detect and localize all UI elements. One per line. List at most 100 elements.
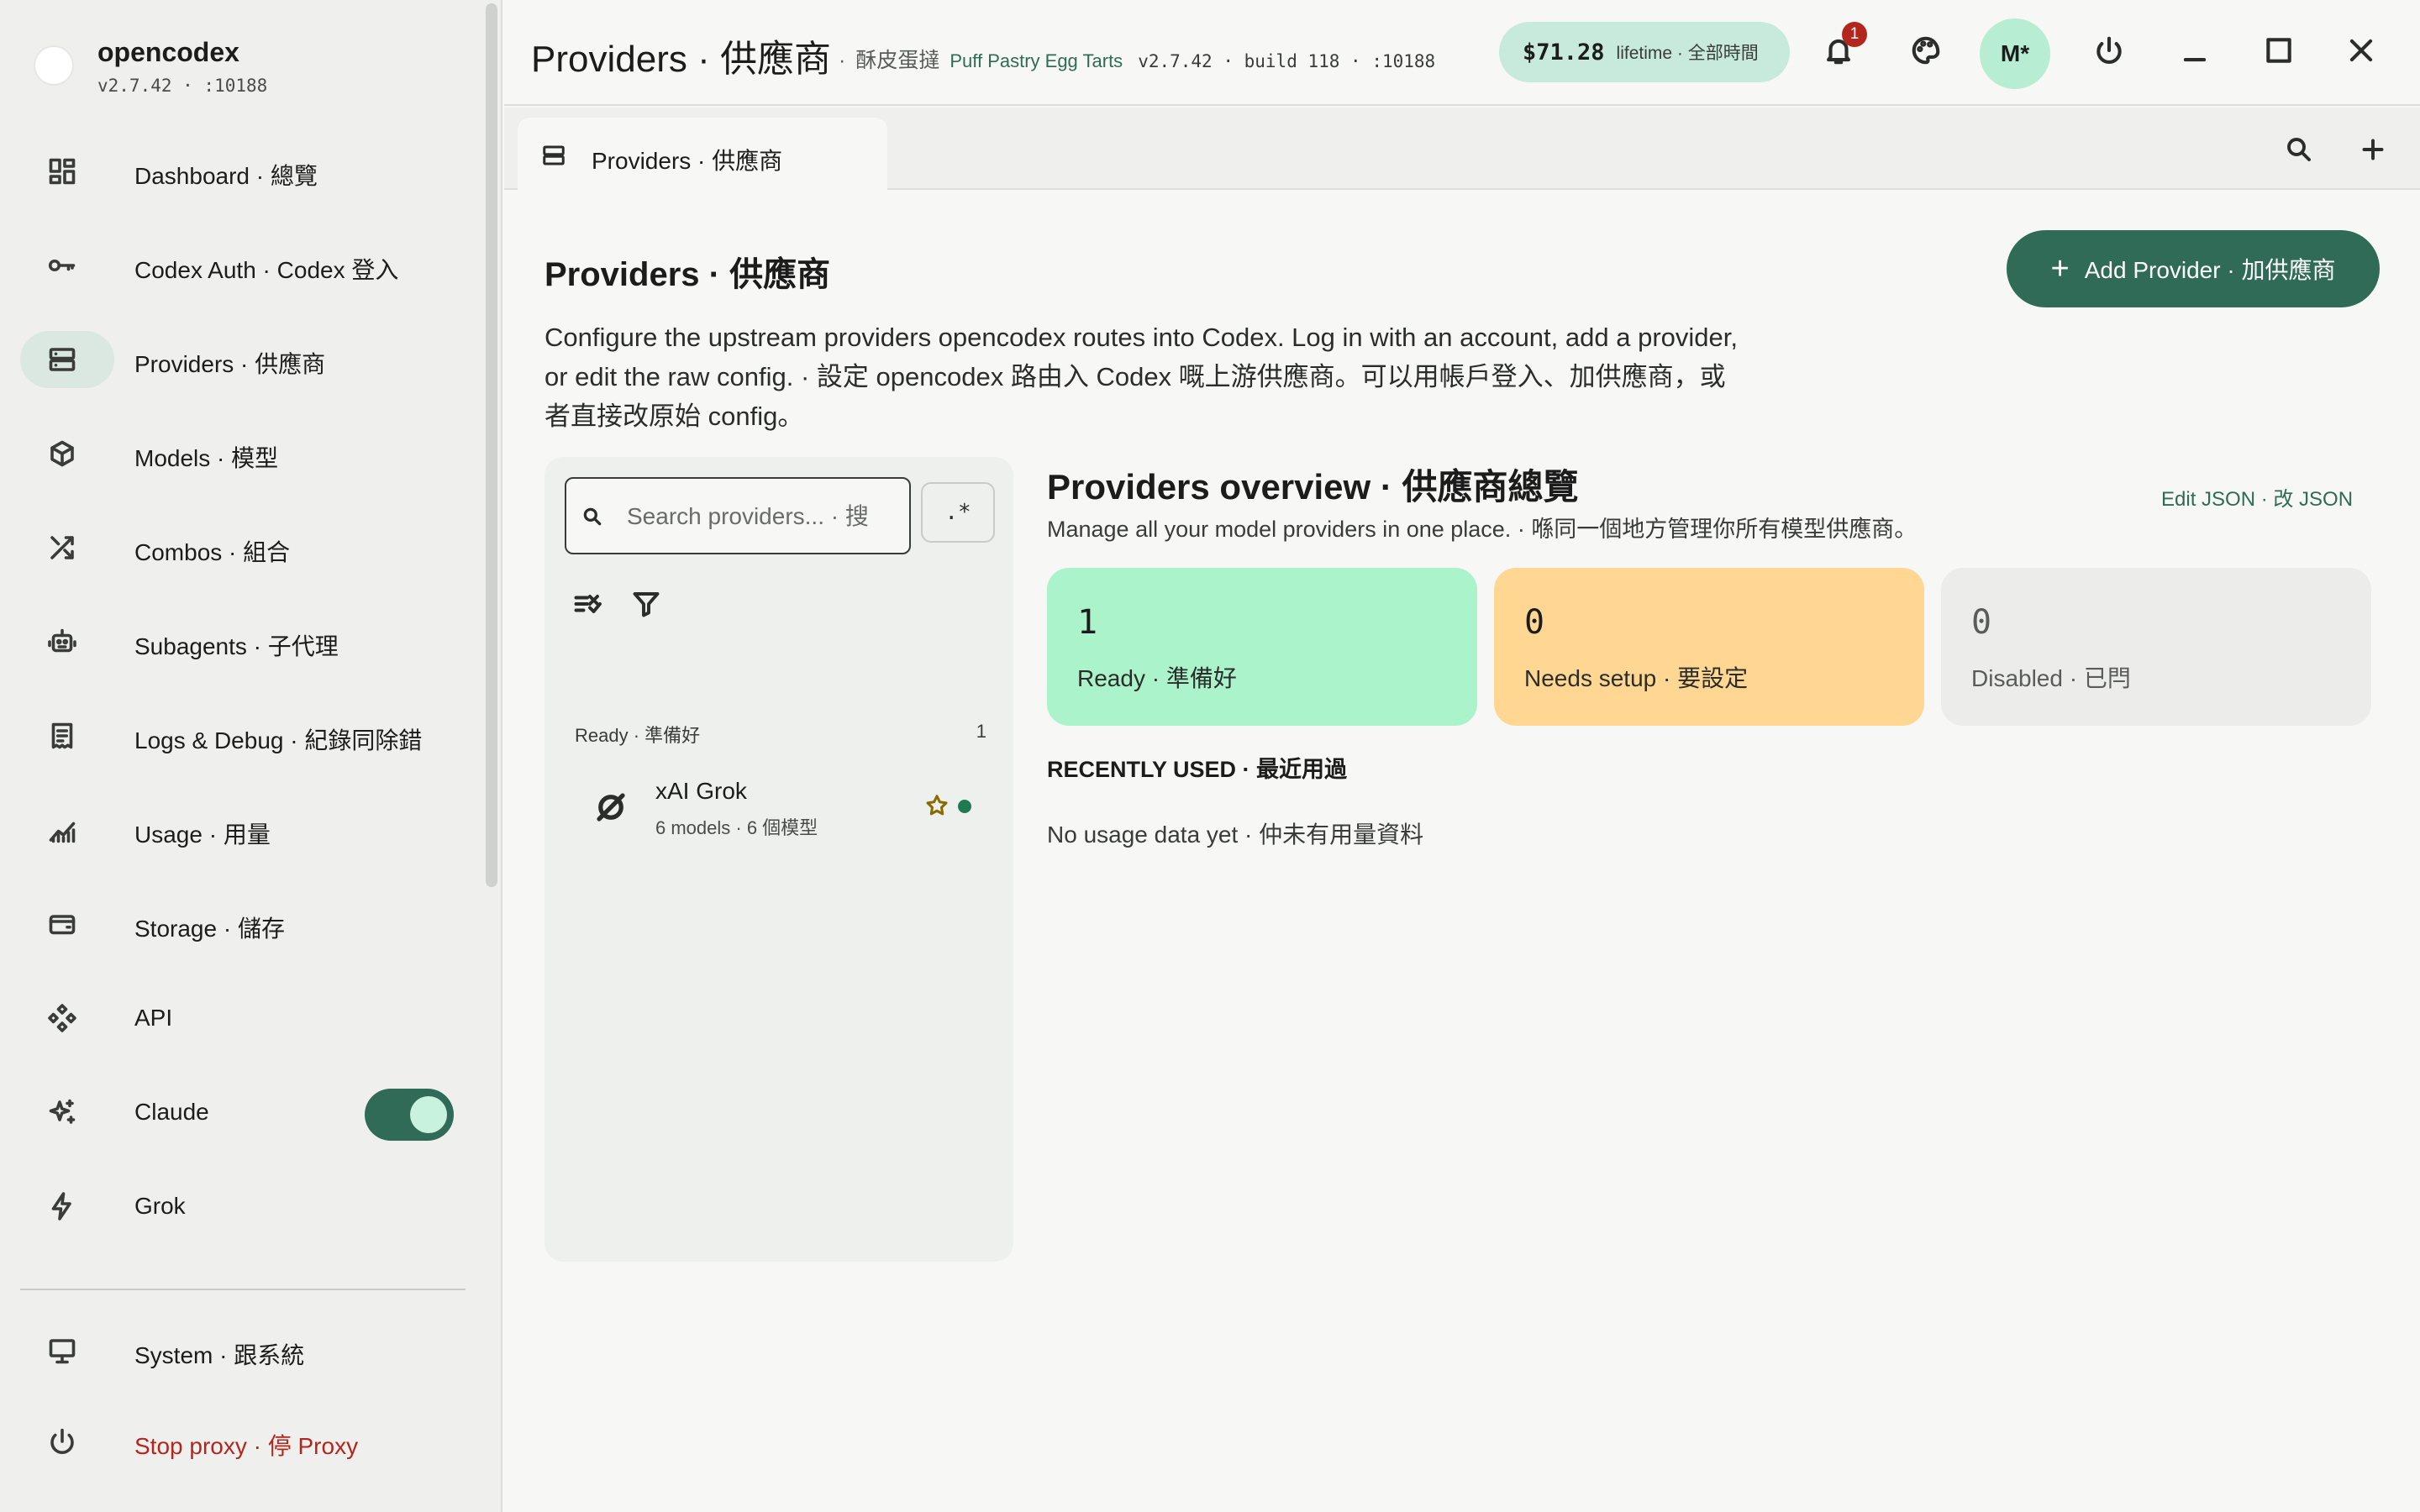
sidebar: opencodex v2.7.42 · :10188 Dashboard · 總… bbox=[0, 0, 502, 1512]
minimize-button[interactable] bbox=[2168, 24, 2222, 77]
cube-icon bbox=[47, 438, 77, 469]
search-input[interactable] bbox=[627, 496, 896, 538]
sidebar-item-storage[interactable]: Storage · 儲存 bbox=[20, 895, 466, 953]
stat-label: Needs setup · 要設定 bbox=[1524, 665, 1749, 691]
provider-list-panel: .* Ready · 準備好 1 xAI Grok 6 models · 6 個… bbox=[544, 457, 1013, 1262]
group-header-ready: Ready · 準備好 1 bbox=[575, 721, 986, 748]
chart-icon bbox=[47, 815, 77, 845]
sidebar-item-combos[interactable]: Combos · 組合 bbox=[20, 519, 466, 576]
sidebar-item-label: Grok bbox=[134, 1193, 186, 1219]
close-icon bbox=[2349, 39, 2373, 62]
group-label: Ready · 準備好 bbox=[575, 725, 701, 746]
sidebar-item-label: Models · 模型 bbox=[134, 445, 279, 471]
tab-label: Providers · 供應商 bbox=[592, 148, 783, 174]
stop-proxy-button[interactable]: Stop proxy · 停 Proxy bbox=[20, 1413, 466, 1470]
close-button[interactable] bbox=[2334, 24, 2388, 77]
wallet-icon bbox=[47, 909, 77, 939]
api-icon bbox=[47, 1003, 77, 1033]
stat-card-disabled[interactable]: 0 Disabled · 已閂 bbox=[1941, 568, 2371, 726]
stat-value: 0 bbox=[1971, 603, 1992, 642]
checklist-icon bbox=[574, 595, 602, 613]
stop-proxy-label: Stop proxy · 停 Proxy bbox=[134, 1433, 359, 1459]
sidebar-item-providers[interactable]: Providers · 供應商 bbox=[20, 331, 466, 388]
status-dot bbox=[958, 800, 971, 813]
provider-name: xAI Grok bbox=[655, 778, 747, 804]
sidebar-item-label: API bbox=[134, 1005, 173, 1031]
power-button[interactable] bbox=[2082, 24, 2136, 77]
notifications-button[interactable]: 1 bbox=[1812, 22, 1867, 77]
lifetime-cost-pill[interactable]: $71.28 lifetime · 全部時間 bbox=[1499, 22, 1790, 82]
add-provider-label: Add Provider · 加供應商 bbox=[2084, 257, 2336, 283]
avatar[interactable]: M* bbox=[1980, 18, 2050, 89]
title-meta: · 酥皮蛋撻 Puff Pastry Egg Tarts v2.7.42 · b… bbox=[839, 44, 1435, 74]
logo-icon bbox=[35, 47, 72, 84]
maximize-icon bbox=[2266, 38, 2291, 63]
claude-toggle[interactable] bbox=[365, 1089, 454, 1141]
overview-subtitle: Manage all your model providers in one p… bbox=[1047, 517, 1918, 542]
server-icon bbox=[543, 145, 565, 165]
select-all-button[interactable] bbox=[566, 583, 608, 625]
receipt-icon bbox=[47, 721, 77, 751]
robot-icon bbox=[47, 627, 77, 657]
page-description: Configure the upstream providers opencod… bbox=[544, 323, 1738, 431]
stat-value: 0 bbox=[1524, 603, 1545, 642]
sidebar-item-label: Usage · 用量 bbox=[134, 822, 271, 848]
stat-label: Ready · 準備好 bbox=[1077, 665, 1237, 691]
theme-button[interactable] bbox=[1899, 24, 1953, 77]
power-icon bbox=[2096, 36, 2122, 64]
sidebar-item-usage[interactable]: Usage · 用量 bbox=[20, 801, 466, 858]
window-title: Providers · 供應商 bbox=[531, 39, 831, 80]
monitor-icon bbox=[47, 1336, 77, 1366]
sidebar-scrollbar[interactable] bbox=[486, 3, 497, 887]
sidebar-item-claude[interactable]: Claude bbox=[20, 1084, 466, 1141]
recently-used-heading: RECENTLY USED · 最近用過 bbox=[1047, 757, 1348, 782]
recently-used-empty: No usage data yet · 仲未有用量資料 bbox=[1047, 822, 1424, 848]
search-icon bbox=[583, 507, 602, 526]
sidebar-item-subagents[interactable]: Subagents · 子代理 bbox=[20, 613, 466, 670]
regex-toggle-button[interactable]: .* bbox=[921, 482, 995, 543]
cost-value: $71.28 bbox=[1523, 39, 1605, 66]
sidebar-item-label: Subagents · 子代理 bbox=[134, 633, 339, 659]
star-icon[interactable] bbox=[924, 793, 950, 818]
edit-json-link[interactable]: Edit JSON · 改 JSON bbox=[2161, 482, 2353, 512]
plus-icon: + bbox=[2050, 250, 2070, 286]
add-provider-button[interactable]: + Add Provider · 加供應商 bbox=[2007, 230, 2380, 307]
palette-icon bbox=[1912, 36, 1940, 65]
sidebar-item-api[interactable]: API bbox=[20, 990, 466, 1047]
top-bar: Providers · 供應商 · 酥皮蛋撻 Puff Pastry Egg T… bbox=[504, 0, 2420, 106]
search-tabs-button[interactable] bbox=[2277, 128, 2321, 171]
sidebar-item-dashboard[interactable]: Dashboard · 總覽 bbox=[20, 143, 466, 200]
power-icon bbox=[47, 1426, 77, 1457]
sidebar-item-label: Combos · 組合 bbox=[134, 539, 291, 565]
stat-label: Disabled · 已閂 bbox=[1971, 665, 2131, 691]
sidebar-item-system[interactable]: System · 跟系統 bbox=[20, 1322, 466, 1379]
notification-badge: 1 bbox=[1842, 22, 1867, 47]
sidebar-item-logs[interactable]: Logs & Debug · 紀錄同除錯 bbox=[20, 707, 466, 764]
cost-label: lifetime · 全部時間 bbox=[1616, 44, 1759, 63]
filter-button[interactable] bbox=[625, 583, 667, 625]
bolt-icon bbox=[47, 1191, 77, 1221]
sidebar-item-label: Providers · 供應商 bbox=[134, 351, 326, 377]
search-field[interactable] bbox=[565, 477, 911, 554]
tab-providers[interactable]: Providers · 供應商 bbox=[518, 118, 887, 190]
dashboard-icon bbox=[47, 156, 77, 186]
stat-card-needs-setup[interactable]: 0 Needs setup · 要設定 bbox=[1494, 568, 1924, 726]
stat-card-ready[interactable]: 1 Ready · 準備好 bbox=[1047, 568, 1477, 726]
maximize-button[interactable] bbox=[2252, 24, 2306, 77]
build-info: v2.7.42 · build 118 · :10188 bbox=[1138, 51, 1436, 71]
sidebar-item-label: Storage · 儲存 bbox=[134, 916, 285, 942]
new-tab-button[interactable] bbox=[2351, 128, 2395, 171]
overview-title: Providers overview · 供應商總覽 bbox=[1047, 467, 1579, 507]
list-item[interactable]: xAI Grok 6 models · 6 個模型 bbox=[565, 766, 993, 850]
page-title: Providers · 供應商 bbox=[544, 256, 831, 293]
brand-name: opencodex bbox=[97, 37, 239, 67]
server-icon bbox=[47, 344, 77, 375]
sidebar-item-codex-auth[interactable]: Codex Auth · Codex 登入 bbox=[20, 237, 466, 294]
plus-icon bbox=[2362, 139, 2384, 160]
shuffle-icon bbox=[47, 533, 77, 563]
search-icon bbox=[2287, 138, 2311, 161]
sidebar-divider bbox=[20, 1289, 466, 1290]
sidebar-item-models[interactable]: Models · 模型 bbox=[20, 425, 466, 482]
sidebar-item-label: Codex Auth · Codex 登入 bbox=[134, 257, 399, 283]
sidebar-item-grok[interactable]: Grok bbox=[20, 1178, 466, 1235]
